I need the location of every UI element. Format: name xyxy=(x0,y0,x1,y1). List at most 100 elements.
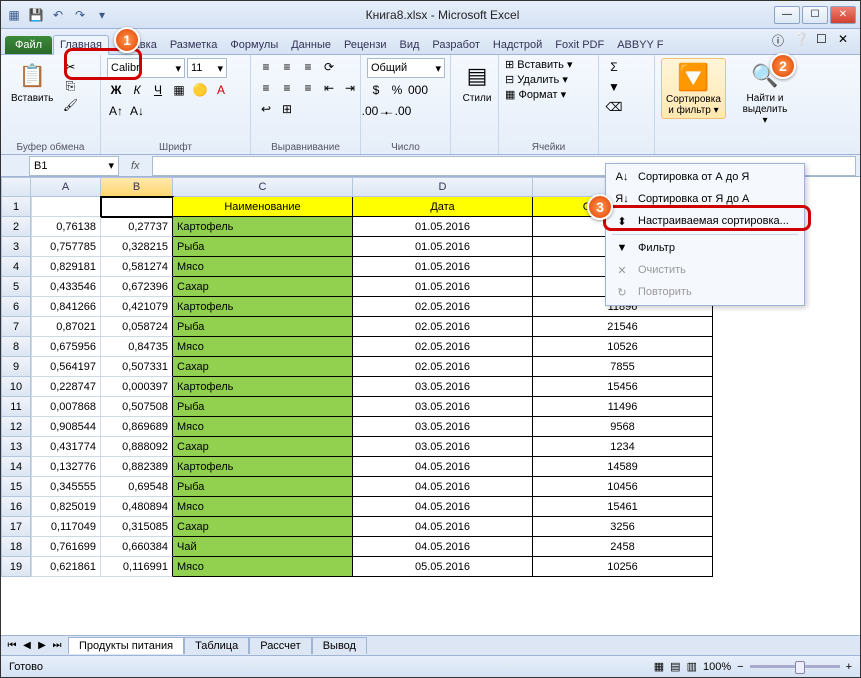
cell[interactable]: 1234 xyxy=(533,437,713,457)
italic-icon[interactable]: К xyxy=(128,81,146,99)
cell[interactable]: 10256 xyxy=(533,557,713,577)
cell[interactable]: 02.05.2016 xyxy=(353,297,533,317)
cell[interactable]: Мясо xyxy=(173,497,353,517)
cell[interactable]: 01.05.2016 xyxy=(353,257,533,277)
cell[interactable]: Рыба xyxy=(173,477,353,497)
row-header[interactable]: 2 xyxy=(1,217,31,237)
tab-layout[interactable]: Разметка xyxy=(164,36,224,54)
row-header[interactable]: 9 xyxy=(1,357,31,377)
cell[interactable]: 02.05.2016 xyxy=(353,317,533,337)
sort-az-item[interactable]: A↓Сортировка от А до Я xyxy=(608,166,802,188)
cell[interactable]: 0,117049 xyxy=(31,517,101,537)
orientation-icon[interactable]: ⟳ xyxy=(320,58,338,76)
row-header[interactable]: 1 xyxy=(1,197,31,217)
cell[interactable]: Рыба xyxy=(173,397,353,417)
doc-close-icon[interactable]: ✕ xyxy=(838,32,854,48)
col-header-a[interactable]: A xyxy=(31,177,101,197)
cell[interactable]: 01.05.2016 xyxy=(353,217,533,237)
tab-data[interactable]: Данные xyxy=(285,36,337,54)
row-header[interactable]: 17 xyxy=(1,517,31,537)
align-middle-icon[interactable]: ≡ xyxy=(278,58,296,76)
sort-za-item[interactable]: Я↓Сортировка от Я до А xyxy=(608,188,802,210)
cell[interactable]: 01.05.2016 xyxy=(353,277,533,297)
indent-dec-icon[interactable]: ⇤ xyxy=(320,79,338,97)
fill-color-icon[interactable]: 🟡 xyxy=(191,81,209,99)
cell[interactable] xyxy=(31,197,101,217)
cell[interactable]: 0,507508 xyxy=(101,397,173,417)
row-header[interactable]: 4 xyxy=(1,257,31,277)
sheet-tab-3[interactable]: Рассчет xyxy=(249,637,312,654)
cell[interactable]: 0,888092 xyxy=(101,437,173,457)
sheet-tab-1[interactable]: Продукты питания xyxy=(68,637,184,654)
row-header[interactable]: 13 xyxy=(1,437,31,457)
cell[interactable]: 7855 xyxy=(533,357,713,377)
qat-more-icon[interactable]: ▾ xyxy=(93,6,111,24)
cell[interactable]: Картофель xyxy=(173,457,353,477)
cell[interactable]: 0,116991 xyxy=(101,557,173,577)
cell[interactable]: Сахар xyxy=(173,357,353,377)
tab-view[interactable]: Вид xyxy=(394,36,426,54)
cell[interactable] xyxy=(101,197,173,217)
cell[interactable]: 2458 xyxy=(533,537,713,557)
cell[interactable]: 02.05.2016 xyxy=(353,337,533,357)
cell[interactable]: 03.05.2016 xyxy=(353,377,533,397)
cell[interactable]: Сахар xyxy=(173,437,353,457)
dec-decimal-icon[interactable]: ←.00 xyxy=(388,102,406,120)
cell[interactable]: 0,000397 xyxy=(101,377,173,397)
help-icon[interactable]: ❔ xyxy=(794,32,810,48)
currency-icon[interactable]: $ xyxy=(367,81,385,99)
increase-font-icon[interactable]: A↑ xyxy=(107,102,125,120)
sheet-nav-prev[interactable]: ◀ xyxy=(20,640,34,651)
align-center-icon[interactable]: ≡ xyxy=(278,79,296,97)
cell[interactable]: 0,660384 xyxy=(101,537,173,557)
row-header[interactable]: 11 xyxy=(1,397,31,417)
copy-icon[interactable]: ⎘ xyxy=(61,77,79,95)
cell[interactable]: 0,84735 xyxy=(101,337,173,357)
tab-review[interactable]: Рецензи xyxy=(338,36,393,54)
zoom-value[interactable]: 100% xyxy=(703,661,731,673)
cell[interactable]: 03.05.2016 xyxy=(353,437,533,457)
row-header[interactable]: 10 xyxy=(1,377,31,397)
cell[interactable]: 04.05.2016 xyxy=(353,457,533,477)
cell[interactable]: 04.05.2016 xyxy=(353,497,533,517)
sheet-nav-next[interactable]: ▶ xyxy=(35,640,49,651)
bold-icon[interactable]: Ж xyxy=(107,81,125,99)
cell[interactable]: Картофель xyxy=(173,377,353,397)
cell[interactable]: 0,345555 xyxy=(31,477,101,497)
view-normal-icon[interactable]: ▦ xyxy=(654,660,664,673)
merge-icon[interactable]: ⊞ xyxy=(278,100,296,118)
cells-insert-button[interactable]: ⊞ Вставить ▾ xyxy=(505,58,573,71)
minimize-button[interactable]: — xyxy=(774,6,800,24)
cell[interactable]: 0,825019 xyxy=(31,497,101,517)
autosum-icon[interactable]: Σ xyxy=(605,58,623,76)
cell[interactable]: 9568 xyxy=(533,417,713,437)
fill-icon[interactable]: ▼ xyxy=(605,78,623,96)
row-header[interactable]: 8 xyxy=(1,337,31,357)
cell[interactable]: 03.05.2016 xyxy=(353,417,533,437)
sheet-tab-2[interactable]: Таблица xyxy=(184,637,249,654)
sheet-nav-last[interactable]: ⏭ xyxy=(50,640,64,651)
cell[interactable]: Дата xyxy=(353,197,533,217)
cell[interactable]: 0,829181 xyxy=(31,257,101,277)
cell[interactable]: 03.05.2016 xyxy=(353,397,533,417)
cell[interactable]: 15456 xyxy=(533,377,713,397)
cell[interactable]: 0,672396 xyxy=(101,277,173,297)
cell[interactable]: 0,69548 xyxy=(101,477,173,497)
clear-icon[interactable]: ⌫ xyxy=(605,98,623,116)
custom-sort-item[interactable]: ⬍Настраиваемая сортировка... xyxy=(608,210,802,232)
sheet-tab-4[interactable]: Вывод xyxy=(312,637,367,654)
tab-formulas[interactable]: Формулы xyxy=(224,36,284,54)
close-button[interactable]: ✕ xyxy=(830,6,856,24)
cells-delete-button[interactable]: ⊟ Удалить ▾ xyxy=(505,73,568,86)
row-header[interactable]: 3 xyxy=(1,237,31,257)
cell[interactable]: 14589 xyxy=(533,457,713,477)
cell[interactable]: 0,433546 xyxy=(31,277,101,297)
zoom-in-icon[interactable]: + xyxy=(846,661,852,673)
percent-icon[interactable]: % xyxy=(388,81,406,99)
fx-icon[interactable]: fx xyxy=(131,160,140,172)
cell[interactable]: 0,27737 xyxy=(101,217,173,237)
view-layout-icon[interactable]: ▤ xyxy=(670,660,680,673)
cell[interactable]: 0,908544 xyxy=(31,417,101,437)
row-header[interactable]: 12 xyxy=(1,417,31,437)
col-header-d[interactable]: D xyxy=(353,177,533,197)
